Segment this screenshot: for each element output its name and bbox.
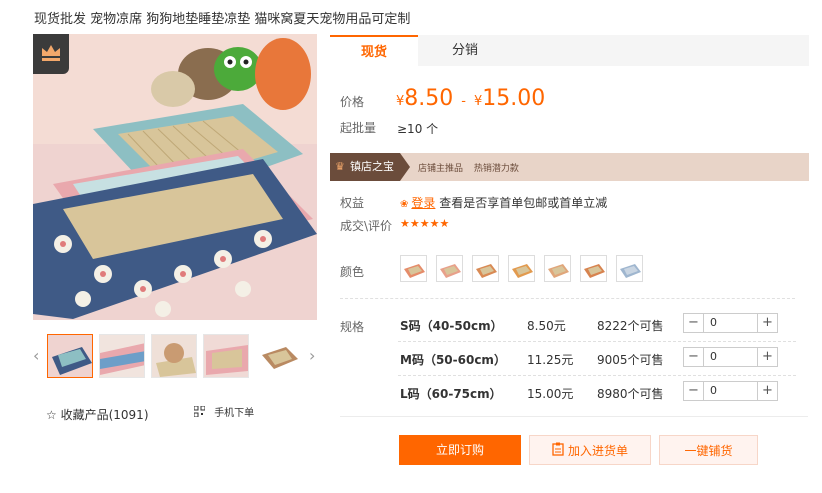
favorite-button[interactable]: ☆ 收藏产品(1091) bbox=[46, 406, 149, 423]
price-range: ¥8.50- ¥15.00 bbox=[396, 86, 545, 111]
sku-row: M码（50-60cm） 11.25元 9005个可售 − 0 + bbox=[398, 341, 798, 375]
thumbnail[interactable] bbox=[255, 334, 301, 378]
add-to-cart-button[interactable]: 加入进货单 bbox=[529, 435, 651, 465]
sku-price: 8.50元 bbox=[527, 319, 566, 333]
color-swatch[interactable] bbox=[436, 255, 463, 282]
sku-stock: 8980个可售 bbox=[597, 387, 664, 401]
color-swatch[interactable] bbox=[616, 255, 643, 282]
product-photo bbox=[33, 34, 317, 320]
sku-name: L码（60-75cm） bbox=[400, 387, 502, 401]
buy-now-button[interactable]: 立即订购 bbox=[399, 435, 521, 465]
moq-label: 起批量 bbox=[340, 121, 377, 135]
benefit-text: 查看是否享首单包邮或首单立减 bbox=[439, 196, 608, 210]
price-dash: - bbox=[461, 94, 466, 109]
chevron-right-icon[interactable]: › bbox=[309, 346, 315, 365]
mobile-order-button[interactable]: 手机下单 bbox=[193, 404, 255, 420]
crown-icon: ♛ bbox=[335, 160, 345, 173]
qr-code-icon bbox=[193, 405, 206, 420]
coupon-icon: ❀ bbox=[400, 199, 409, 210]
crown-icon bbox=[42, 45, 60, 61]
sku-name: M码（50-60cm） bbox=[400, 353, 506, 367]
one-click-distribute-button[interactable]: 一键铺货 bbox=[659, 435, 758, 465]
sku-price: 11.25元 bbox=[527, 353, 574, 367]
thumbnail[interactable] bbox=[203, 334, 249, 378]
price-high: 15.00 bbox=[482, 86, 546, 111]
price-label: 价格 bbox=[340, 95, 365, 109]
decrement-button[interactable]: − bbox=[684, 382, 704, 400]
shop-treasure-info: 店铺主推品 热销潜力款 bbox=[418, 161, 527, 174]
tab-spot[interactable]: 现货 bbox=[330, 35, 418, 66]
quantity-input[interactable]: 0 bbox=[710, 350, 717, 363]
favorite-label: 收藏产品(1091) bbox=[60, 408, 149, 422]
sku-stock: 9005个可售 bbox=[597, 353, 664, 367]
main-product-image[interactable] bbox=[33, 34, 317, 320]
increment-button[interactable]: + bbox=[757, 314, 777, 332]
shop-treasure-bar: ♛ 镇店之宝 店铺主推品 热销潜力款 bbox=[330, 153, 809, 181]
rating-label: 成交\评价 bbox=[340, 219, 393, 233]
shop-recommend-label: 店铺主推品 bbox=[418, 164, 464, 174]
sku-stock: 8222个可售 bbox=[597, 319, 664, 333]
color-swatch[interactable] bbox=[472, 255, 499, 282]
quantity-input[interactable]: 0 bbox=[710, 316, 717, 329]
quantity-input[interactable]: 0 bbox=[710, 384, 717, 397]
moq-value: ≥10 个 bbox=[397, 122, 439, 136]
thumbnail-strip: ‹ › bbox=[33, 332, 323, 384]
color-swatch[interactable] bbox=[580, 255, 607, 282]
decrement-button[interactable]: − bbox=[684, 348, 704, 366]
sku-price: 15.00元 bbox=[527, 387, 574, 401]
quantity-stepper: − 0 + bbox=[683, 347, 778, 367]
color-label: 颜色 bbox=[340, 265, 365, 279]
benefit-label: 权益 bbox=[340, 196, 365, 210]
chevron-left-icon[interactable]: ‹ bbox=[33, 346, 39, 365]
color-swatch[interactable] bbox=[400, 255, 427, 282]
increment-button[interactable]: + bbox=[757, 382, 777, 400]
tab-distribution[interactable]: 分销 bbox=[430, 35, 500, 66]
spec-label: 规格 bbox=[340, 320, 365, 334]
shop-treasure-label: 镇店之宝 bbox=[350, 160, 394, 173]
sku-row: L码（60-75cm） 15.00元 8980个可售 − 0 + bbox=[398, 375, 798, 409]
login-link[interactable]: 登录 bbox=[411, 196, 435, 210]
sku-name: S码（40-50cm） bbox=[400, 319, 503, 333]
increment-button[interactable]: + bbox=[757, 348, 777, 366]
thumbnail[interactable] bbox=[99, 334, 145, 378]
quantity-stepper: − 0 + bbox=[683, 313, 778, 333]
price-low: 8.50 bbox=[404, 86, 454, 111]
thumbnail[interactable] bbox=[151, 334, 197, 378]
divider bbox=[340, 298, 795, 299]
color-swatch[interactable] bbox=[544, 255, 571, 282]
benefit-info: ❀ 登录 查看是否享首单包邮或首单立减 bbox=[400, 194, 607, 211]
decrement-button[interactable]: − bbox=[684, 314, 704, 332]
thumbnail[interactable] bbox=[47, 334, 93, 378]
currency-symbol: ¥ bbox=[473, 94, 483, 109]
add-to-cart-label: 加入进货单 bbox=[567, 444, 628, 458]
clipboard-icon bbox=[552, 437, 564, 467]
sku-row: S码（40-50cm） 8.50元 8222个可售 − 0 + bbox=[398, 307, 798, 341]
color-swatch[interactable] bbox=[508, 255, 535, 282]
shop-badge bbox=[33, 34, 69, 74]
star-outline-icon: ☆ bbox=[46, 408, 57, 422]
product-title: 现货批发 宠物凉席 狗狗地垫睡垫凉垫 猫咪窝夏天宠物用品可定制 bbox=[34, 12, 411, 27]
shop-treasure-tag: ♛ 镇店之宝 bbox=[330, 153, 410, 181]
rating-stars[interactable]: ★★★★★ bbox=[400, 217, 449, 230]
divider bbox=[340, 416, 808, 417]
mobile-order-label: 手机下单 bbox=[214, 408, 255, 419]
shop-potential-label: 热销潜力款 bbox=[473, 164, 519, 174]
purchase-mode-tabs: 现货 分销 bbox=[330, 35, 809, 66]
quantity-stepper: − 0 + bbox=[683, 381, 778, 401]
